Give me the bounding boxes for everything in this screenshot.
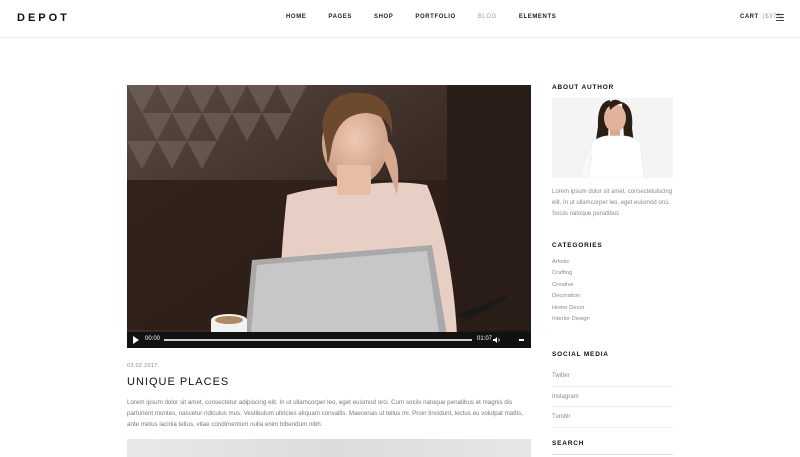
- category-item-decoration[interactable]: Decoration: [552, 291, 590, 302]
- social-link-tumblr[interactable]: Tumblr: [552, 407, 673, 428]
- nav-item-pages[interactable]: PAGES: [328, 14, 352, 20]
- category-item-creative[interactable]: Creative: [552, 280, 590, 291]
- site-header: DEPOT HOME PAGES SHOP PORTFOLIO BLOG ELE…: [0, 0, 800, 38]
- category-item-crafting[interactable]: Crafting: [552, 268, 590, 279]
- social-media-heading: SOCIAL MEDIA: [552, 351, 609, 358]
- categories-heading: CATEGORIES: [552, 242, 603, 249]
- video-controls: 00:00 01:07: [127, 332, 531, 348]
- author-photo: [552, 98, 673, 178]
- play-icon[interactable]: [133, 336, 139, 344]
- current-time: 00:00: [145, 336, 161, 342]
- category-item-artistic[interactable]: Artistic: [552, 257, 590, 268]
- nav-item-shop[interactable]: SHOP: [374, 14, 393, 20]
- duration: 01:07: [477, 336, 493, 342]
- nav-item-home[interactable]: HOME: [286, 14, 306, 20]
- post-date: 03.02.2017.: [127, 363, 160, 369]
- seek-bar[interactable]: [164, 339, 472, 341]
- about-author-heading: ABOUT AUTHOR: [552, 84, 615, 91]
- video-player[interactable]: 00:00 01:07: [127, 85, 531, 348]
- category-item-home-decor[interactable]: Home Decor: [552, 303, 590, 314]
- cart-label: CART: [740, 14, 759, 20]
- nav-item-portfolio[interactable]: PORTFOLIO: [415, 14, 455, 20]
- social-link-twitter[interactable]: Twitter: [552, 366, 673, 387]
- volume-slider[interactable]: [519, 339, 524, 341]
- post-title[interactable]: UNIQUE PLACES: [127, 376, 229, 388]
- hamburger-icon[interactable]: [776, 14, 784, 21]
- volume-icon[interactable]: [493, 336, 501, 344]
- category-list: Artistic Crafting Creative Decoration Ho…: [552, 257, 590, 325]
- post-excerpt: Lorem ipsum dolor sit amet, consectetur …: [127, 399, 523, 428]
- main-nav: HOME PAGES SHOP PORTFOLIO BLOG ELEMENTS: [286, 14, 578, 20]
- social-list: Twitter Instagram Tumblr: [552, 366, 673, 428]
- category-item-interior-design[interactable]: Interior Design: [552, 314, 590, 325]
- site-logo[interactable]: DEPOT: [17, 12, 70, 24]
- author-bio: Lorem ipsum dolor sit amet, consectetuls…: [552, 189, 673, 217]
- video-frame: [127, 85, 531, 348]
- nav-item-elements[interactable]: ELEMENTS: [519, 14, 556, 20]
- nav-item-blog[interactable]: BLOG: [478, 14, 497, 20]
- search-heading: SEARCH: [552, 440, 585, 447]
- social-link-instagram[interactable]: Instagram: [552, 387, 673, 407]
- next-post-image[interactable]: [127, 439, 531, 457]
